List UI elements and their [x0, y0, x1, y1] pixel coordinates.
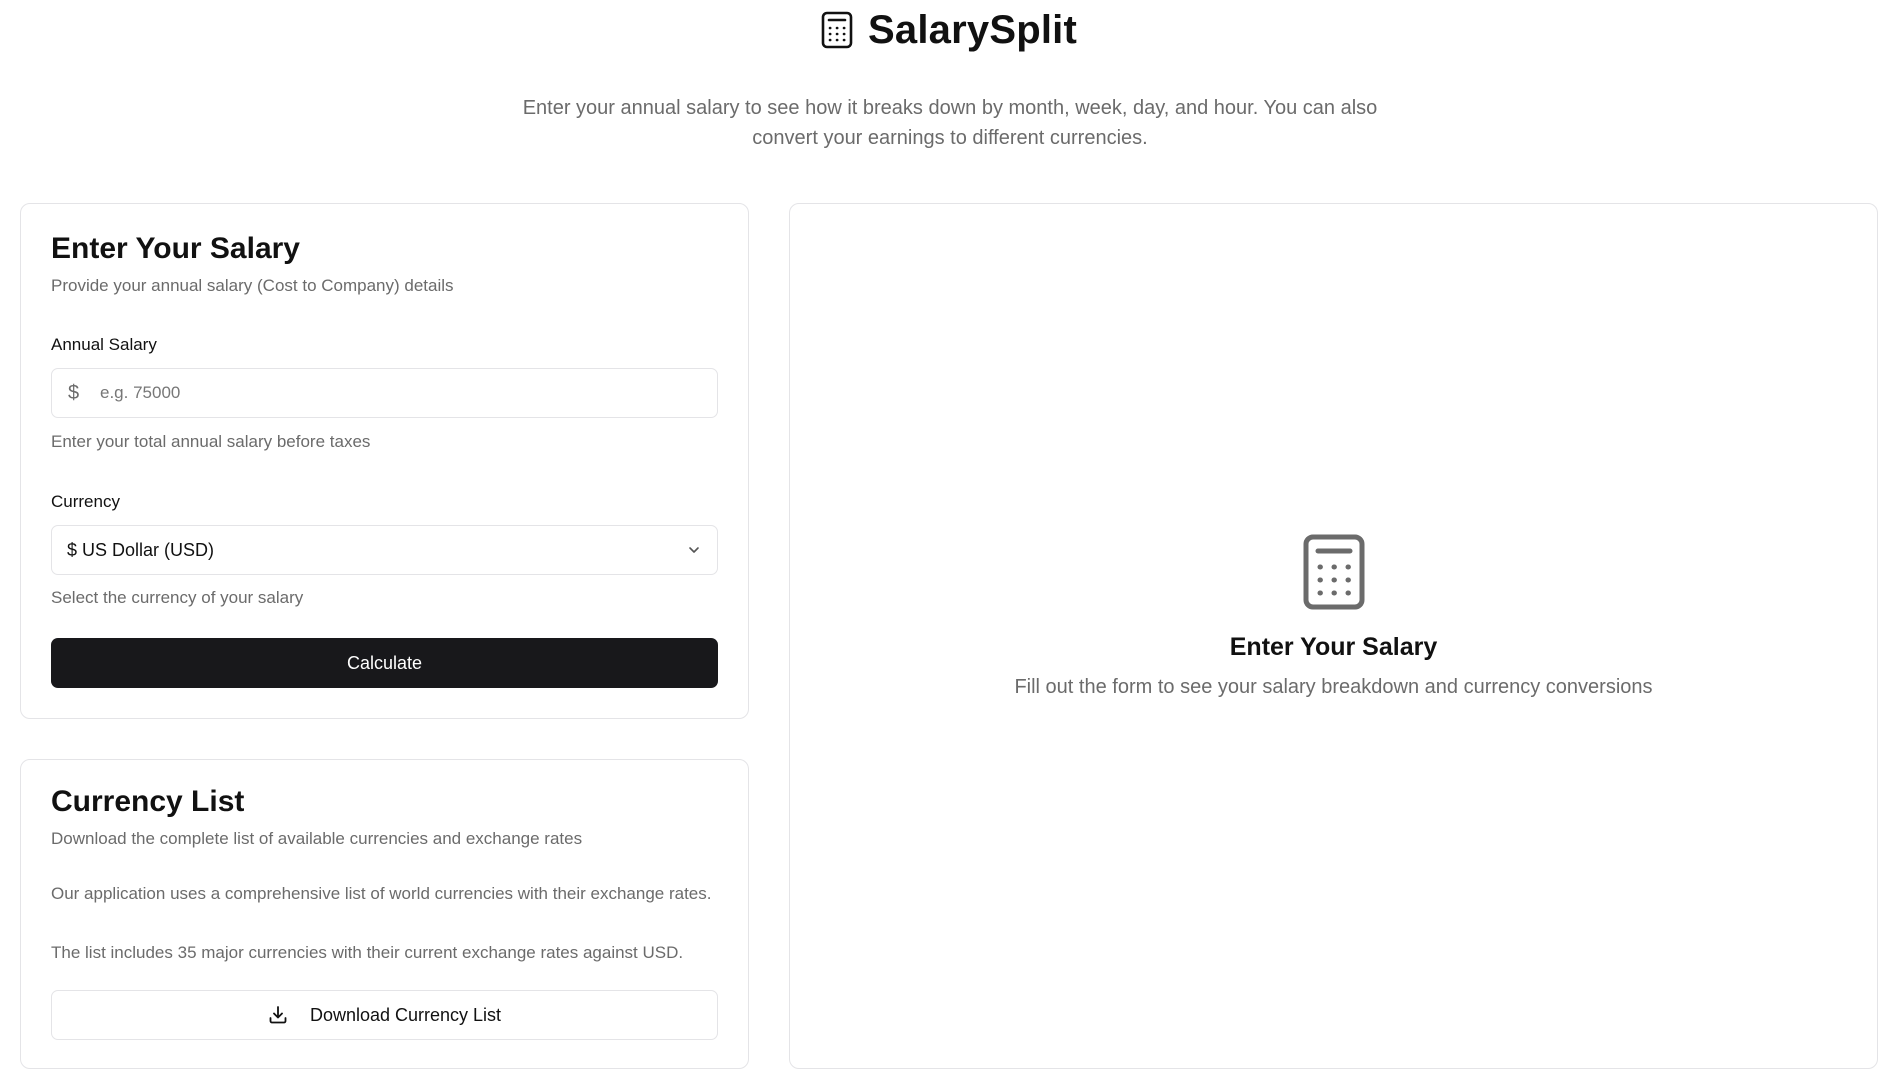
currency-hint: Select the currency of your salary [51, 588, 304, 607]
annual-salary-field: $ [51, 368, 718, 418]
currency-list-description: Download the complete list of available … [51, 829, 583, 848]
currency-list-title: Currency List [51, 785, 245, 818]
empty-state: Enter Your Salary Fill out the form to s… [790, 534, 1877, 699]
currency-list-paragraph-1: Our application uses a comprehensive lis… [51, 884, 712, 903]
currency-prefix: $ [68, 382, 80, 404]
empty-state-text: Fill out the form to see your salary bre… [1014, 676, 1653, 698]
calculate-button[interactable]: Calculate [51, 638, 718, 688]
download-button-label: Download Currency List [309, 1004, 502, 1025]
download-currency-list-button[interactable]: Download Currency List [51, 990, 718, 1040]
currency-label: Currency [51, 492, 120, 511]
salary-form-description: Provide your annual salary (Cost to Comp… [51, 276, 454, 295]
annual-salary-hint: Enter your total annual salary before ta… [51, 432, 371, 451]
app-title: SalarySplit [868, 7, 1077, 52]
currency-list-paragraph-2: The list includes 35 major currencies wi… [51, 943, 684, 962]
calculator-icon [821, 11, 853, 49]
result-panel: Enter Your Salary Fill out the form to s… [789, 203, 1878, 1069]
calculator-icon [1303, 534, 1364, 610]
currency-list-card: Currency List Download the complete list… [20, 759, 749, 1069]
intro-text: Enter your annual salary to see how it b… [522, 97, 1378, 149]
currency-select[interactable]: $ US Dollar (USD) [51, 525, 718, 575]
annual-salary-input[interactable] [100, 369, 700, 417]
chevron-down-icon [689, 547, 699, 553]
salary-form-title: Enter Your Salary [51, 232, 300, 265]
currency-select-value: $ US Dollar (USD) [67, 540, 215, 560]
salary-form-card: Enter Your Salary Provide your annual sa… [20, 203, 749, 719]
download-icon [269, 1006, 287, 1024]
annual-salary-label: Annual Salary [51, 335, 157, 354]
app-header: SalarySplit [0, 0, 1897, 60]
empty-state-title: Enter Your Salary [1229, 633, 1438, 661]
